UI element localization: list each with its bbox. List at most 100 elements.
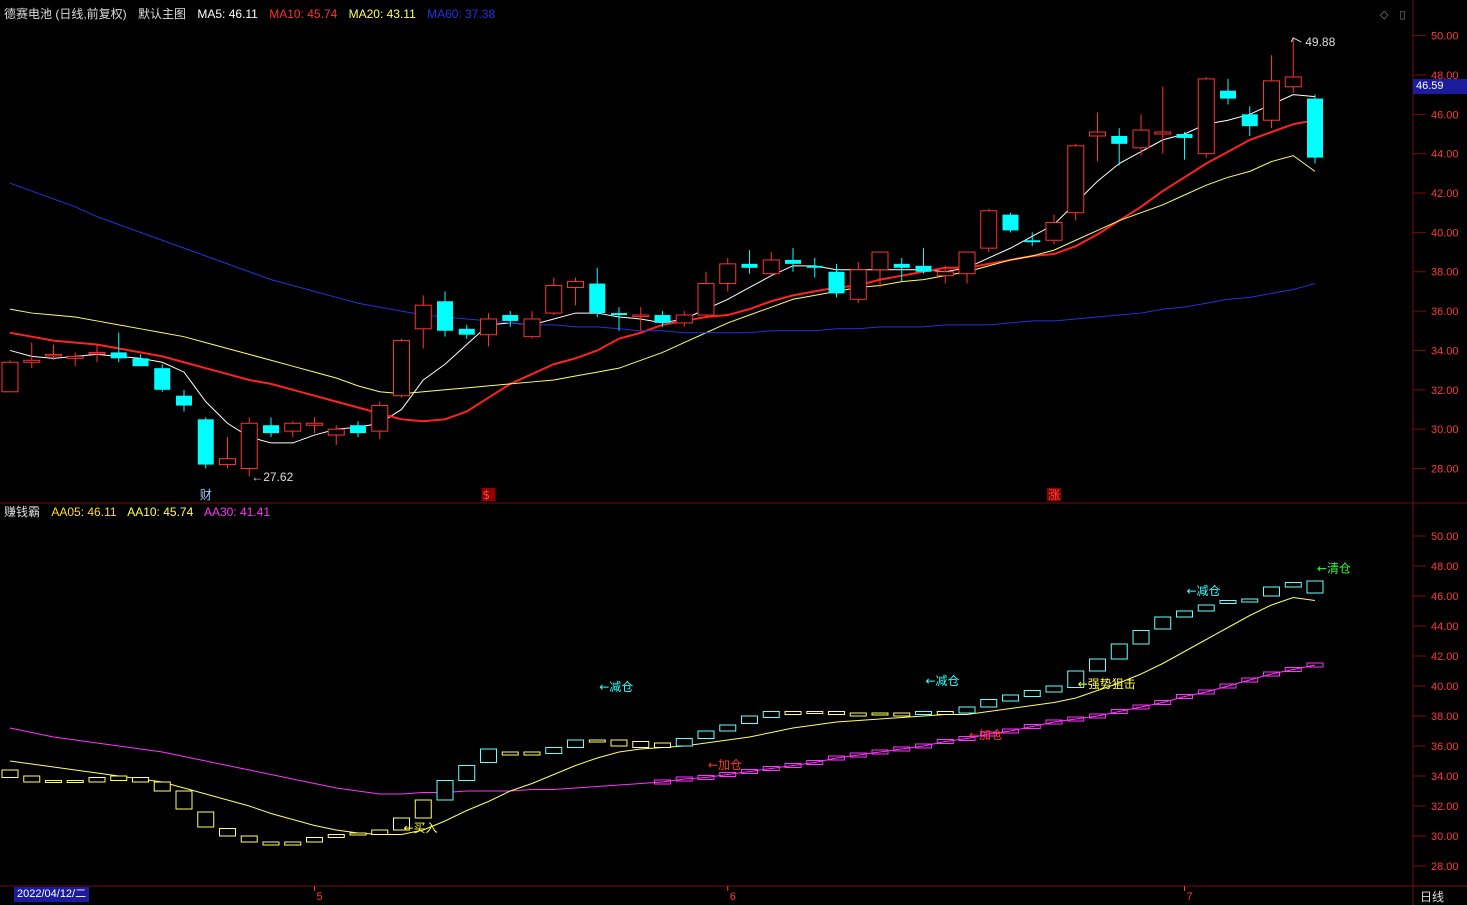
indicator-tick-label: 46.00 (1431, 591, 1459, 603)
candle-body-down (915, 265, 932, 272)
price-tick-label: 44.00 (1431, 149, 1459, 161)
indicator-box (1023, 690, 1041, 697)
indicator-box (567, 739, 584, 748)
indicator-box (784, 711, 802, 715)
candle-body-up (66, 355, 84, 359)
candle-body-up (88, 351, 106, 355)
indicator-box (23, 775, 41, 783)
indicator-box (1154, 616, 1172, 630)
indicator-box (480, 748, 497, 763)
indicator-box (958, 706, 976, 714)
indicator-tick-label: 36.00 (1431, 741, 1459, 753)
candle-body-down (611, 313, 627, 316)
candle-body-up (545, 285, 563, 314)
period-label[interactable]: 日线 (1420, 888, 1444, 905)
candle-body-up (523, 318, 541, 338)
candle-body-up (284, 422, 302, 432)
indicator-tick-label: 50.00 (1431, 531, 1459, 543)
indicator-box (327, 834, 345, 838)
indicator-box (501, 751, 519, 756)
candle-body-up (393, 340, 410, 397)
ma60-label: MA60: 37.38 (427, 7, 496, 21)
candle-body-down (110, 352, 127, 359)
indicator-box (219, 828, 236, 837)
candle-body-up (1, 361, 19, 393)
event-marker: 财 (200, 488, 212, 502)
candle-body-down (154, 368, 171, 390)
indicator-box (762, 711, 780, 718)
indicator-tick-label: 48.00 (1431, 561, 1459, 573)
main-chart-header: 德赛电池 (日线,前复权) 默认主图 MA5: 46.11 MA10: 45.7… (4, 6, 503, 22)
indicator-box (371, 829, 389, 835)
indicator-box (936, 711, 954, 715)
candle-body-up (1154, 131, 1172, 135)
month-label: 7 (1187, 891, 1193, 903)
indicator-box (1241, 598, 1259, 603)
indicator-box (915, 711, 932, 715)
chart-settings-label[interactable]: 默认主图 (138, 7, 186, 21)
indicator-box (1263, 586, 1280, 597)
indicator-box (306, 837, 323, 843)
diamond-icon[interactable]: ◇ (1380, 9, 1388, 21)
price-tick-label: 50.00 (1431, 31, 1459, 43)
indicator-box (523, 751, 541, 756)
candle-body-down (806, 265, 823, 268)
indicator-box (45, 780, 62, 783)
indicator-box (110, 775, 128, 781)
chart-canvas[interactable]: 28.00 30.00 32.00 34.00 36.00 38.00 40.00 42.00… (0, 0, 1467, 905)
candle-body-down (1024, 240, 1041, 243)
signal-annotation: ←减仓 (599, 680, 633, 694)
indicator-box (654, 742, 671, 748)
symbol-title: 德赛电池 (日线,前复权) (4, 7, 127, 21)
indicator-box (1132, 630, 1150, 645)
signal-annotation: ←清仓 (1317, 562, 1351, 576)
candle-body-down (1111, 135, 1128, 144)
indicator-box (675, 738, 693, 747)
current-price-tag: 46.59 (1413, 79, 1467, 94)
price-tick-label: 30.00 (1431, 424, 1459, 436)
candle-body-up (1132, 129, 1150, 149)
indicator-box (1045, 685, 1063, 693)
signal-annotation: ←加仓 (708, 758, 742, 772)
indicator-box (1089, 658, 1106, 672)
candle-body-up (958, 251, 976, 275)
indicator-box (545, 747, 563, 754)
indicator-box (1219, 600, 1237, 604)
aa10-line (9, 596, 1316, 835)
aa30-label: AA30: 41.41 (203, 505, 270, 519)
indicator-box (828, 711, 845, 715)
indicator-box (197, 811, 215, 828)
event-marker: 涨 (1048, 487, 1060, 502)
candle-body-down (437, 301, 453, 331)
candle-body-up (371, 405, 389, 432)
candle-body-down (132, 358, 149, 367)
indicator-box (632, 741, 650, 748)
price-tick-label: 42.00 (1431, 188, 1459, 200)
ma5-label: MA5: 46.11 (197, 7, 258, 21)
candle-body-up (936, 271, 954, 277)
candle-body-down (1176, 134, 1193, 138)
candle-body-up (849, 269, 867, 300)
indicator-name[interactable]: 赚钱霸 (4, 505, 40, 519)
event-marker: $ (483, 488, 491, 502)
candle-body-up (1067, 145, 1085, 214)
signal-annotation: ←买入 (404, 821, 438, 835)
candle-body-up (980, 210, 998, 249)
candle-body-up (1089, 131, 1106, 137)
indicator-tick-label: 34.00 (1431, 771, 1459, 783)
indicator-box (132, 777, 149, 783)
price-tick-label: 28.00 (1431, 464, 1459, 476)
window-icon[interactable]: ▯ (1400, 9, 1406, 21)
candle-body-up (306, 422, 323, 426)
candle-body-up (219, 458, 236, 466)
price-tick-label: 34.00 (1431, 345, 1459, 357)
indicator-box (1306, 580, 1324, 594)
indicator-box (88, 777, 106, 783)
candle-body-up (632, 314, 650, 318)
candle-body-down (741, 263, 758, 268)
aa05-label: AA05: 46.11 (51, 505, 117, 519)
indicator-box (175, 790, 193, 810)
ma20-label: MA20: 43.11 (348, 7, 416, 21)
candle-body-down (893, 263, 910, 268)
candle-body-up (567, 281, 584, 288)
